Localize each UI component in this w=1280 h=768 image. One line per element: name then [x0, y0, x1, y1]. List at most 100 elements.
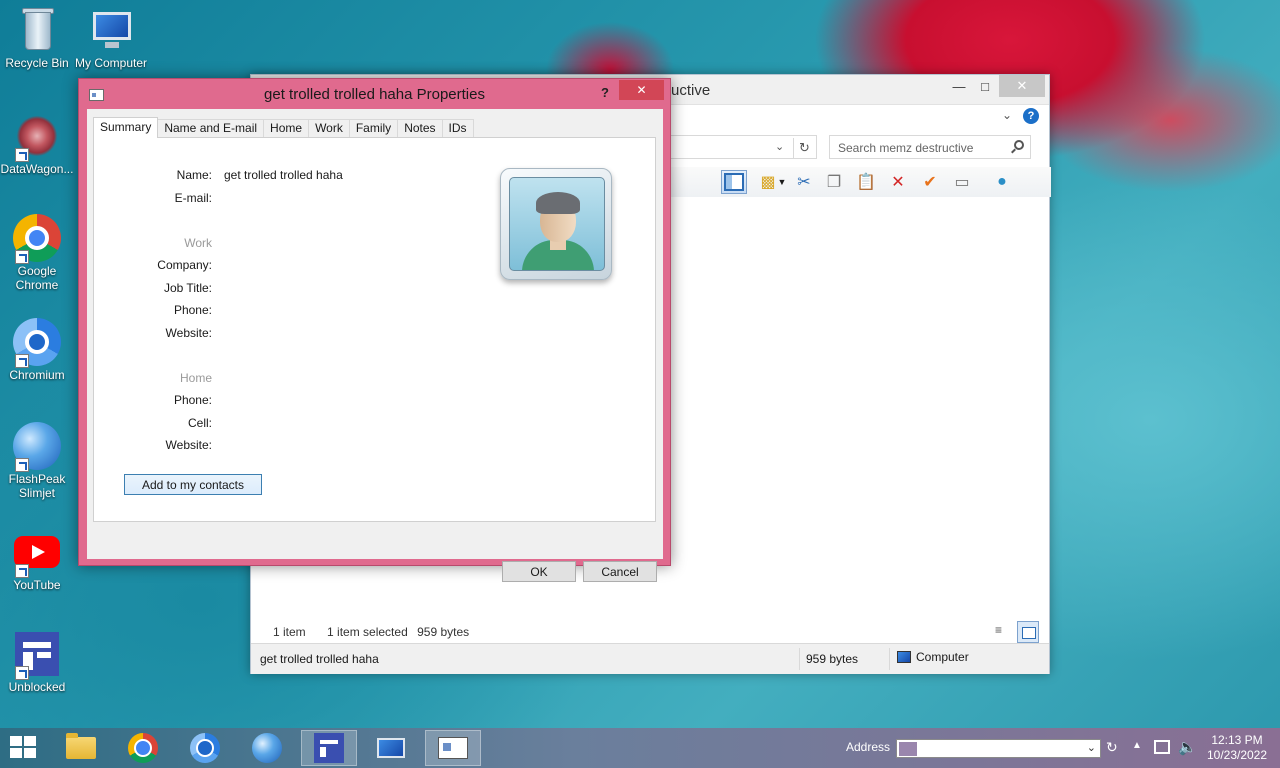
chrome-icon [128, 733, 158, 763]
refresh-icon[interactable]: ↻ [1106, 739, 1118, 756]
taskbar-unblocked[interactable] [301, 730, 357, 766]
statusbar-size: 959 bytes [806, 652, 859, 666]
youtube-icon [13, 528, 61, 578]
view-switcher: ≡ [995, 621, 1041, 643]
taskbar-chrome[interactable] [115, 730, 171, 766]
desktop-icon-label: My Computer [74, 56, 148, 70]
contact-card-icon [438, 737, 468, 759]
chrome-icon [13, 214, 61, 264]
name-value: get trolled trolled haha [224, 168, 343, 182]
taskbar-slimjet[interactable] [239, 730, 295, 766]
home-heading: Home [179, 371, 212, 385]
windows-logo-icon [10, 736, 22, 746]
globe-icon[interactable]: ● [989, 170, 1015, 194]
search-icon [1014, 140, 1024, 150]
dialog-titlebar[interactable]: get trolled trolled haha Properties ? ✕ [79, 79, 670, 109]
desktop-icon-recycle-bin[interactable]: Recycle Bin [0, 6, 74, 70]
clock-date: 10/23/2022 [1206, 748, 1268, 762]
close-button[interactable]: ✕ [619, 80, 664, 100]
volume-icon[interactable]: 🔈 [1178, 738, 1197, 756]
desktop-icon-datawagon[interactable]: DataWagon... [0, 112, 74, 176]
computer-icon [897, 651, 911, 663]
summary-panel: Name: get trolled trolled haha E-mail: W… [93, 137, 656, 522]
shortcut-arrow-icon [15, 250, 29, 264]
show-hidden-icons-icon[interactable]: ▲ [1132, 740, 1142, 751]
start-button[interactable] [10, 736, 38, 760]
dialog-title: get trolled trolled haha Properties [264, 86, 485, 103]
taskbar-file-explorer[interactable] [53, 730, 109, 766]
contact-avatar [500, 168, 612, 280]
network-icon[interactable] [1154, 740, 1170, 754]
address-toolbar-input[interactable]: ⌄ [896, 739, 1101, 758]
chevron-down-icon[interactable]: ⌄ [1087, 741, 1096, 754]
desktop-icon-google-chrome[interactable]: Google Chrome [0, 214, 74, 292]
desktop-icon-youtube[interactable]: YouTube [0, 528, 74, 592]
home-website-label: Website: [165, 438, 212, 452]
unblocked-icon [314, 733, 344, 763]
taskbar-chromium[interactable] [177, 730, 233, 766]
desktop-icon-my-computer[interactable]: My Computer [74, 6, 148, 74]
tab-summary[interactable]: Summary [93, 117, 159, 138]
large-icons-view-icon[interactable] [1017, 621, 1039, 643]
details-view-icon[interactable]: ≡ [995, 623, 1015, 641]
ok-button[interactable]: OK [502, 561, 576, 582]
help-icon[interactable]: ? [1023, 108, 1039, 124]
help-button[interactable]: ? [594, 82, 616, 102]
dialog-client: Summary Name and E-mail Home Work Family… [87, 109, 663, 582]
cut-icon[interactable]: ✂ [791, 170, 817, 194]
preview-pane-button[interactable] [721, 170, 747, 194]
refresh-icon[interactable]: ↻ [793, 138, 815, 158]
company-label: Company: [157, 258, 212, 272]
shortcut-arrow-icon [15, 564, 29, 578]
close-button[interactable]: ✕ [999, 75, 1045, 97]
tab-strip: Summary Name and E-mail Home Work Family… [93, 117, 474, 138]
search-input[interactable]: Search memz destructive [829, 135, 1031, 159]
maximize-button[interactable]: □ [973, 75, 997, 97]
delete-icon[interactable]: ✕ [885, 170, 911, 194]
shortcut-arrow-icon [15, 666, 29, 680]
tab-work[interactable]: Work [308, 119, 350, 138]
explorer-title: uctive [671, 82, 711, 99]
copy-icon[interactable]: ❐ [821, 170, 847, 194]
desktop-icon-label: FlashPeak Slimjet [8, 472, 66, 500]
cancel-button[interactable]: Cancel [583, 561, 657, 582]
properties-dropdown[interactable]: ▼ [775, 170, 789, 194]
check-icon[interactable]: ✔ [917, 170, 943, 194]
job-title-label: Job Title: [163, 281, 212, 295]
chevron-down-icon[interactable]: ⌄ [775, 140, 784, 153]
clock-time: 12:13 PM [1211, 733, 1263, 747]
chromium-icon [13, 318, 61, 368]
desktop-icon-label: Recycle Bin [5, 56, 69, 70]
tab-notes[interactable]: Notes [397, 119, 443, 138]
slimjet-icon [13, 422, 61, 472]
taskbar-my-computer[interactable] [363, 730, 419, 766]
folder-icon [66, 733, 96, 759]
work-website-label: Website: [165, 326, 212, 340]
work-phone-label: Phone: [173, 303, 212, 317]
recycle-bin-icon [13, 6, 61, 54]
tab-family[interactable]: Family [348, 119, 399, 138]
unblocked-icon [13, 630, 61, 680]
paste-icon[interactable]: 📋 [853, 170, 879, 194]
layout-icon [724, 173, 744, 191]
properties-dialog[interactable]: get trolled trolled haha Properties ? ✕ … [78, 78, 671, 582]
taskbar-contact-properties[interactable] [425, 730, 481, 766]
zone-label: Computer [916, 650, 969, 664]
statusbar-filename: get trolled trolled haha [260, 652, 379, 666]
desktop-icon-chromium[interactable]: Chromium [0, 318, 74, 382]
add-to-contacts-button[interactable]: Add to my contacts [124, 474, 262, 495]
tab-ids[interactable]: IDs [441, 119, 474, 138]
desktop-icon-unblocked[interactable]: Unblocked [0, 630, 74, 694]
desktop-icon-label: Google Chrome [15, 264, 59, 292]
rename-icon[interactable]: ▭ [949, 170, 975, 194]
address-bar[interactable]: ⌄ ↻ [671, 135, 817, 159]
status-line: 1 item 1 item selected 959 bytes [273, 625, 487, 639]
tab-name-and-email[interactable]: Name and E-mail [157, 119, 265, 138]
desktop-icon-label: Chromium [9, 368, 65, 382]
desktop-icon-slimjet[interactable]: FlashPeak Slimjet [0, 422, 74, 500]
expand-ribbon-icon[interactable]: ⌄ [1002, 108, 1012, 122]
clock[interactable]: 12:13 PM 10/23/2022 [1200, 733, 1274, 763]
minimize-button[interactable]: — [947, 75, 971, 97]
work-heading: Work [184, 236, 212, 250]
tab-home[interactable]: Home [263, 119, 310, 138]
